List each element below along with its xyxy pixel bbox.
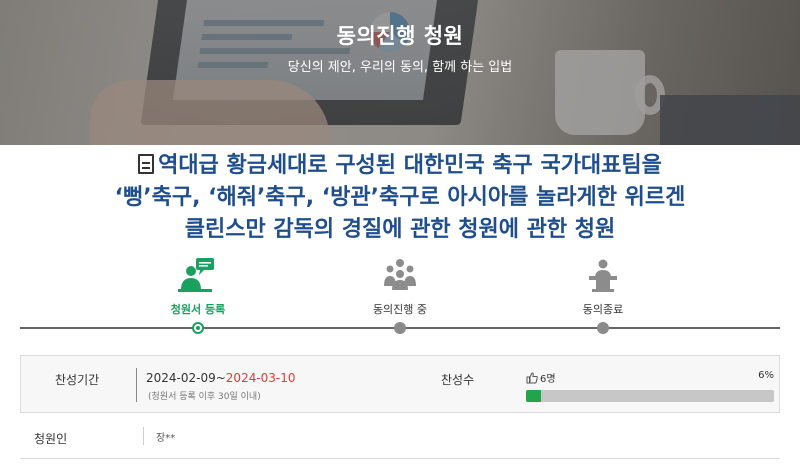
step-label-registration: 청원서 등록 [170,303,226,316]
support-info-box: 찬성기간 2024-02-09~2024-03-10 (청원서 등록 이후 30… [20,355,780,413]
hero-subtitle: 당신의 제안, 우리의 동의, 함께 하는 입법 [287,60,513,75]
petition-title-line-2: ‘뻥’축구, ‘해줘’축구, ‘방관’축구로 아시아를 놀라게한 위르겐 [114,185,686,210]
hero-banner: 동의진행 청원 당신의 제안, 우리의 동의, 함께 하는 입법 [0,0,800,145]
hero-title: 동의진행 청원 [336,24,464,48]
petitioner-value: 장** [156,433,176,444]
progress-steps: 청원서 등록 동의진행 중 동의종료 [0,255,800,335]
step-dot-closed [597,322,609,334]
period-start: 2024-02-09~ [146,371,226,385]
progress-track [526,390,774,402]
document-icon [138,154,155,174]
step-dot-registration [192,322,204,334]
support-count-row: 6명 [526,370,774,385]
period-dates: 2024-02-09~2024-03-10 [146,371,296,385]
podium-icon [543,255,663,293]
step-registration: 청원서 등록 [138,255,258,334]
thumbs-up-icon [526,371,538,383]
period-note: (청원서 등록 이후 30일 이내) [148,392,261,402]
step-closed: 동의종료 [543,255,663,334]
period-end: 2024-03-10 [225,371,296,385]
crowd-icon [340,255,460,293]
chat-person-icon [138,255,258,293]
petition-title: 역대급 황금세대로 구성된 대한민국 축구 국가대표팀을 ‘뻥’축구, ‘해줘’… [0,150,800,246]
petition-title-line-1: 역대급 황금세대로 구성된 대한민국 축구 국가대표팀을 [0,150,800,182]
period-divider [136,368,137,402]
step-in-progress: 동의진행 중 [340,255,460,334]
step-dot-in-progress [394,322,406,334]
petitioner-label: 청원인 [34,432,68,446]
petitioner-divider [143,427,144,445]
period-label: 찬성기간 [55,373,100,387]
step-label-in-progress: 동의진행 중 [372,303,428,316]
progress-fill [526,390,541,402]
support-label: 찬성수 [441,373,475,387]
support-progress: 6명 6% [526,370,774,402]
petitioner-row: 청원인 장** [20,413,780,459]
petition-title-line-3: 클린스만 감독의 경질에 관한 청원에 관한 청원 [184,217,616,242]
support-percent: 6% [758,370,774,381]
step-label-closed: 동의종료 [582,303,624,316]
support-count: 6명 [540,374,556,385]
